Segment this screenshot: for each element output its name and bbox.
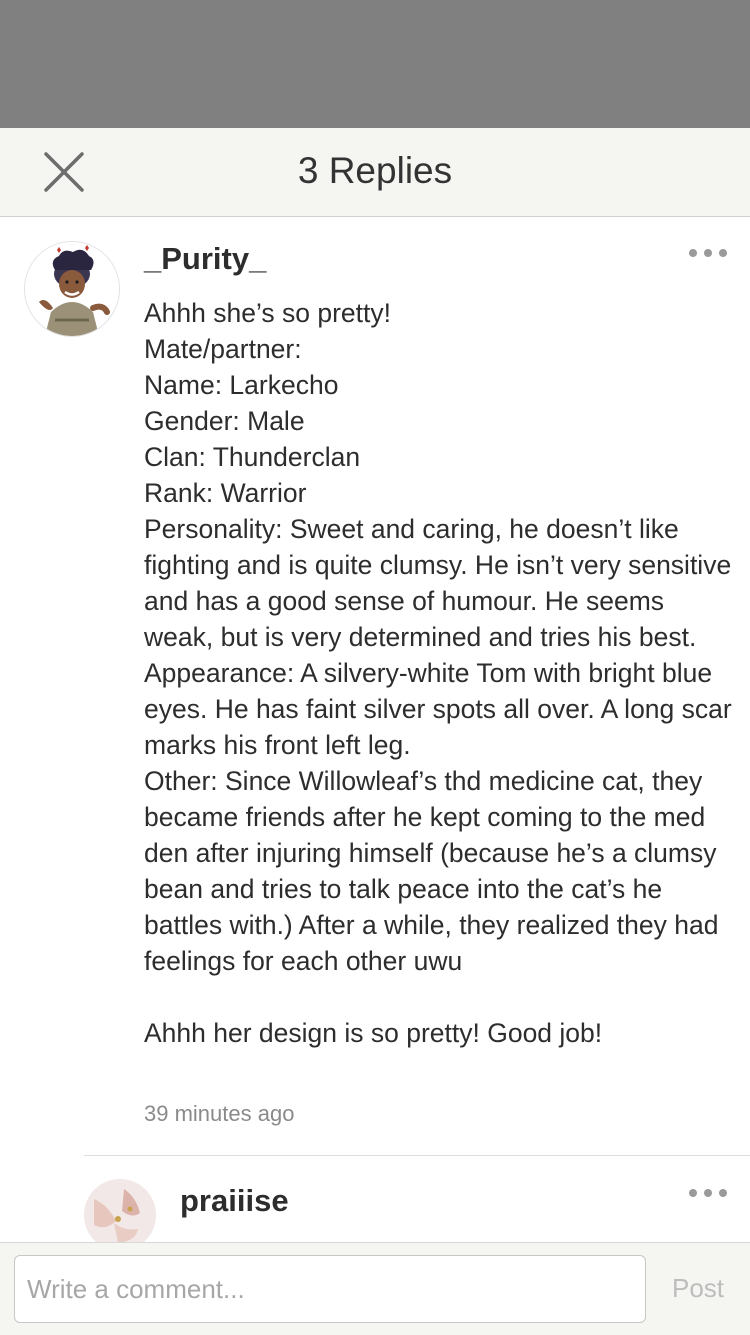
comment-username[interactable]: _Purity_ [144,241,266,277]
comment-timestamp: 39 minutes ago [144,1101,295,1126]
avatar[interactable] [84,1179,156,1242]
comment-line: Name: Larkecho [144,370,339,400]
comment-body: Ahhh she’s so pretty! Mate/partner: Name… [144,295,734,1051]
comment-line: Clan: Thunderclan [144,442,361,472]
avatar-illustration [25,242,119,336]
comment-line: Rank: Warrior [144,478,307,508]
more-dots-icon [689,1189,727,1197]
comment-input[interactable] [14,1255,646,1323]
comment-line: Ahhh she’s so pretty! [144,298,391,328]
comment-line: Other: Since Willowleaf’s thd medicine c… [144,766,719,976]
comment-line: Mate/partner: [144,334,302,364]
replies-thread[interactable]: _Purity_ Ahhh she’s so pretty! Mate/part… [0,217,750,1242]
replies-header: 3 Replies [0,128,750,217]
post-button[interactable]: Post [672,1273,724,1304]
avatar-illustration [84,1179,156,1242]
reply-more-button[interactable] [686,1185,730,1201]
more-dots-icon [689,249,727,257]
comment-more-button[interactable] [686,245,730,261]
comment-line: Appearance: A silvery-white Tom with bri… [144,658,732,760]
comment-line: Gender: Male [144,406,305,436]
avatar[interactable] [24,241,120,337]
comment-composer: Post [0,1242,750,1335]
reply-username[interactable]: praiiise [180,1183,289,1219]
page-title: 3 Replies [297,150,453,191]
comment-line: Ahhh her design is so pretty! Good job! [144,1018,603,1048]
comment-line: Personality: Sweet and caring, he doesn’… [144,514,732,652]
divider [84,1155,750,1156]
modal-backdrop[interactable] [0,0,750,128]
